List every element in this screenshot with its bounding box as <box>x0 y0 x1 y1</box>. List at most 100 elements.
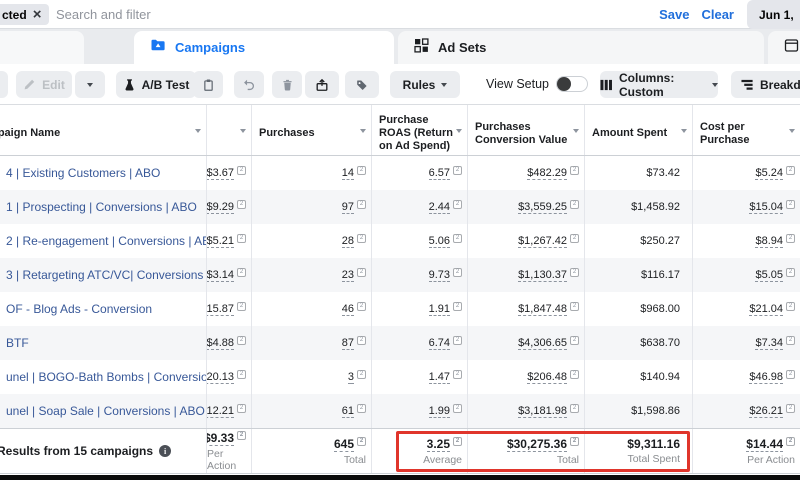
clear-link[interactable]: Clear <box>701 7 734 22</box>
duplicate-button[interactable] <box>193 71 223 98</box>
table-row: unel | Soap Sale | Conversions | ABO $12… <box>0 394 800 428</box>
tab-campaigns-label: Campaigns <box>175 40 245 55</box>
amount-spent-cell: $116.17 <box>585 258 693 292</box>
roas-cell: 5.06 2 <box>372 224 468 258</box>
campaign-name-link[interactable]: 4 | Existing Customers | ABO <box>6 166 160 180</box>
roas-cell: 1.47 2 <box>372 360 468 394</box>
campaign-name-cell: 3 | Retargeting ATC/VC| Conversions | A.… <box>0 258 207 292</box>
column-header-cost-per-purchase[interactable]: Cost per Purchase <box>693 105 800 155</box>
actions-toolbar: Edit A/B Test Rules View Setup <box>0 64 800 104</box>
campaign-name-link[interactable]: BTF <box>6 336 29 350</box>
rules-button[interactable]: Rules <box>390 71 460 98</box>
tab-campaigns[interactable]: Campaigns <box>134 31 394 64</box>
attribution-badge-icon: 2 <box>786 437 795 446</box>
sort-icon <box>240 129 246 133</box>
filter-chip-label: cted <box>2 8 27 22</box>
campaign-name-link[interactable]: unel | BOGO-Bath Bombs | Conversions |..… <box>6 370 207 384</box>
attribution-badge-icon: 2 <box>786 404 795 413</box>
chip-close-icon[interactable]: × <box>33 7 42 22</box>
date-range-button[interactable]: Jun 1, <box>747 0 800 29</box>
attribution-badge-icon: 2 <box>357 336 366 345</box>
purchases-cell: 87 2 <box>252 326 372 360</box>
edit-button[interactable]: Edit <box>16 71 72 98</box>
attribution-badge-icon: 2 <box>786 234 795 243</box>
ab-test-button[interactable]: A/B Test <box>116 71 196 98</box>
cost-per-purchase-cell: $5.24 2 <box>693 156 800 190</box>
tag-button[interactable] <box>345 71 379 98</box>
undo-icon <box>242 78 256 91</box>
view-setup-label: View Setup <box>486 77 549 91</box>
info-icon[interactable]: i <box>159 445 171 457</box>
attribution-badge-icon: 2 <box>237 336 246 345</box>
purchases-cell: 46 2 <box>252 292 372 326</box>
column-header-amount-spent[interactable]: Amount Spent <box>585 105 693 155</box>
table-row: 1 | Prospecting | Conversions | ABO $9.2… <box>0 190 800 224</box>
save-link[interactable]: Save <box>659 7 689 22</box>
filter-chip[interactable]: cted × <box>0 4 49 25</box>
attribution-badge-icon: 2 <box>357 200 366 209</box>
table-header: Campaign Name Purchases Purchase ROAS (R… <box>0 104 800 156</box>
edit-dropdown-button[interactable] <box>75 71 105 98</box>
campaign-name-cell: unel | Soap Sale | Conversions | ABO <box>0 394 207 428</box>
attribution-badge-icon: 2 <box>237 302 246 311</box>
columns-label: Columns: Custom <box>619 71 706 99</box>
attribution-badge-icon: 2 <box>570 234 579 243</box>
attribution-badge-icon: 2 <box>357 370 366 379</box>
attribution-badge-icon: 2 <box>786 336 795 345</box>
attribution-badge-icon: 2 <box>357 302 366 311</box>
column-header-roas[interactable]: Purchase ROAS (Return on Ad Spend) <box>372 105 468 155</box>
sort-icon <box>789 129 795 133</box>
attribution-badge-icon: 2 <box>357 404 366 413</box>
attribution-badge-icon: 2 <box>237 431 246 440</box>
summary-metric-cell: $9.332 Per Action <box>207 429 252 473</box>
export-button[interactable] <box>305 71 339 98</box>
conversion-value-cell: $482.29 2 <box>468 156 585 190</box>
attribution-badge-icon: 2 <box>570 268 579 277</box>
tab-stub[interactable] <box>0 31 84 64</box>
breakdown-button[interactable]: Breakdown <box>731 71 800 98</box>
column-header-clipped[interactable] <box>207 105 252 155</box>
campaign-name-cell: unel | BOGO-Bath Bombs | Conversions |..… <box>0 360 207 394</box>
table-row: unel | BOGO-Bath Bombs | Conversions |..… <box>0 360 800 394</box>
campaign-name-link[interactable]: 2 | Re-engagement | Conversions | ABO <box>6 234 207 248</box>
table-body: 4 | Existing Customers | ABO $3.67 2 14 … <box>0 156 800 428</box>
toolbar-button-clipped[interactable] <box>0 71 8 98</box>
column-header-campaign-name[interactable]: Campaign Name <box>0 105 207 155</box>
export-icon <box>315 78 329 92</box>
conversion-value-cell: $3,559.25 2 <box>468 190 585 224</box>
bottom-bar <box>0 475 800 480</box>
campaign-name-link[interactable]: OF - Blog Ads - Conversion <box>6 302 152 316</box>
ab-test-label: A/B Test <box>142 78 190 92</box>
tab-ads[interactable]: Ads <box>768 31 800 64</box>
column-header-conversion-value[interactable]: Purchases Conversion Value <box>468 105 585 155</box>
trash-icon <box>281 78 294 92</box>
amount-spent-cell: $140.94 <box>585 360 693 394</box>
attribution-badge-icon: 2 <box>357 268 366 277</box>
delete-button[interactable] <box>272 71 302 98</box>
table-row: 2 | Re-engagement | Conversions | ABO $5… <box>0 224 800 258</box>
campaign-name-link[interactable]: 1 | Prospecting | Conversions | ABO <box>6 200 197 214</box>
column-header-purchases[interactable]: Purchases <box>252 105 372 155</box>
purchases-cell: 61 2 <box>252 394 372 428</box>
summary-row: Results from 15 campaigns i $9.332 Per A… <box>0 428 800 474</box>
campaign-name-link[interactable]: unel | Soap Sale | Conversions | ABO <box>6 404 205 418</box>
undo-button[interactable] <box>234 71 264 98</box>
view-setup-toggle[interactable] <box>556 76 588 92</box>
campaign-name-cell: BTF <box>0 326 207 360</box>
table-row: BTF $4.88 2 87 2 6.74 2 $4,306.65 2 $638… <box>0 326 800 360</box>
attribution-badge-icon: 2 <box>237 268 246 277</box>
search-input[interactable] <box>56 3 436 25</box>
attribution-badge-icon: 2 <box>453 404 462 413</box>
attribution-badge-icon: 2 <box>570 437 579 446</box>
tab-ad-sets[interactable]: Ad Sets <box>398 31 764 64</box>
flask-icon <box>123 78 136 92</box>
campaign-name-link[interactable]: 3 | Retargeting ATC/VC| Conversions | A.… <box>6 268 207 282</box>
edit-button-label: Edit <box>42 78 65 92</box>
breakdown-icon <box>741 79 754 91</box>
columns-button[interactable]: Columns: Custom <box>600 71 718 98</box>
attribution-badge-icon: 2 <box>570 404 579 413</box>
cost-per-purchase-cell: $15.04 2 <box>693 190 800 224</box>
table-row: 4 | Existing Customers | ABO $3.67 2 14 … <box>0 156 800 190</box>
attribution-badge-icon: 2 <box>453 234 462 243</box>
conversion-value-cell: $1,847.48 2 <box>468 292 585 326</box>
